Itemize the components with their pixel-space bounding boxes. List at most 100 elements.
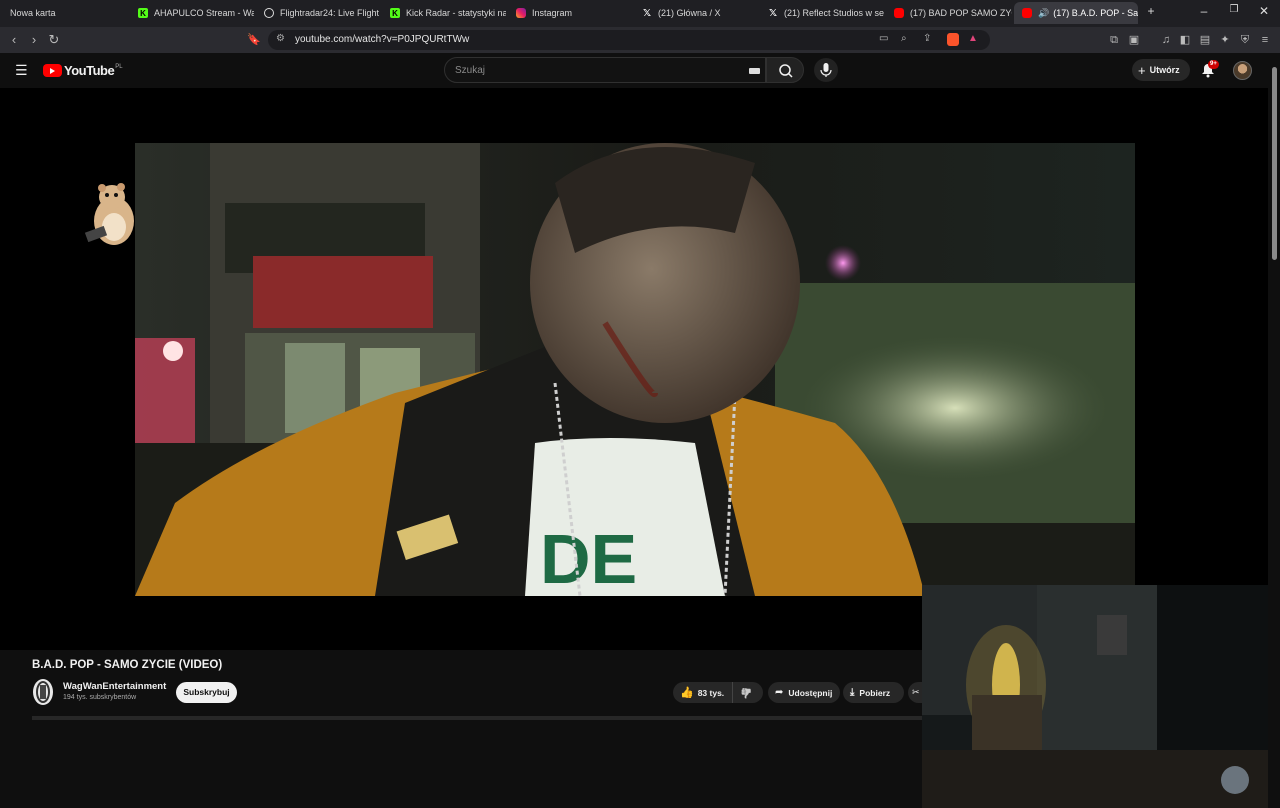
brave-shield-icon[interactable]	[947, 33, 959, 46]
tab-label: (17) BAD POP SAMO ZYCI	[910, 8, 1012, 18]
thumb-down-icon: 👍	[740, 687, 753, 698]
share-label: Udostępnij	[788, 687, 833, 698]
video-frame[interactable]: DE	[135, 143, 1135, 596]
tab-label: (17) B.A.D. POP - Sa	[1053, 8, 1138, 18]
notification-badge: 9+	[1208, 60, 1219, 69]
channel-name[interactable]: WagWanEntertainment	[63, 681, 166, 692]
webcam-overlay	[922, 585, 1268, 808]
music-icon[interactable]: ♫	[1158, 32, 1174, 48]
youtube-logo[interactable]: YouTube PL	[43, 63, 123, 78]
webcam-scene	[922, 585, 1268, 808]
video-player[interactable]: DE	[0, 88, 1268, 808]
clip-button[interactable]: ✂	[908, 682, 922, 703]
youtube-masthead: ☰ YouTube PL Szukaj + Utwórz 9+	[0, 53, 1280, 88]
kick-icon: K	[390, 8, 400, 18]
download-label: Pobierz	[859, 687, 891, 698]
restore-button[interactable]: ❐	[1224, 4, 1244, 15]
download-button[interactable]: ⤓ Pobierz	[843, 682, 904, 703]
tab-label: (21) Główna / X	[658, 8, 721, 18]
tab-x-reflect[interactable]: 𝕏 (21) Reflect Studios w serw	[760, 2, 884, 24]
create-label: Utwórz	[1149, 65, 1180, 75]
new-tab-button[interactable]: +	[1141, 4, 1161, 18]
keyboard-icon[interactable]	[749, 68, 760, 74]
svg-text:DE: DE	[540, 520, 637, 596]
region-code: PL	[115, 63, 123, 70]
dislike-button[interactable]: 👍	[733, 687, 752, 698]
tab-x-home[interactable]: 𝕏 (21) Główna / X	[634, 2, 758, 24]
tab-label: Instagram	[532, 8, 573, 18]
tab-new[interactable]: Nowa karta	[2, 2, 128, 24]
instagram-icon	[516, 8, 526, 18]
reload-icon[interactable]: ↻	[46, 32, 62, 48]
share-button[interactable]: ➦ Udostępnij	[768, 682, 840, 703]
site-info-icon[interactable]: ⚙	[276, 33, 285, 44]
notifications-button[interactable]: 9+	[1201, 60, 1219, 81]
tab-label: Kick Radar - statystyki na ż	[406, 8, 506, 18]
cast-icon[interactable]: ▭	[879, 33, 888, 44]
download-icon: ⤓	[850, 687, 855, 698]
below-video-divider	[32, 716, 922, 720]
share-icon[interactable]: ⇪	[923, 33, 931, 44]
like-dislike-group: 👍 83 tys. 👍	[673, 682, 763, 703]
thumb-up-icon: 👍	[680, 687, 694, 699]
channel-logo-icon	[36, 681, 50, 703]
guide-menu-icon[interactable]: ☰	[15, 62, 28, 79]
voice-search-button[interactable]	[814, 58, 838, 82]
tab-flightradar[interactable]: Flightradar24: Live Flight T	[256, 2, 380, 24]
create-button[interactable]: + Utwórz	[1132, 59, 1190, 81]
page-scrollbar-thumb[interactable]	[1272, 67, 1277, 260]
browser-tab-strip: Nowa karta K AHAPULCO Stream - Watch Fli…	[0, 0, 1280, 27]
wallet-icon[interactable]: ▤	[1197, 32, 1213, 48]
sidebar-icon[interactable]: ◧	[1177, 32, 1193, 48]
youtube-logo-text: YouTube	[64, 63, 115, 78]
youtube-icon	[1022, 8, 1032, 18]
leo-ai-icon[interactable]: ✦	[1217, 32, 1233, 48]
browser-toolbar: ‹ › ↻ 🔖 ⚙ youtube.com/watch?v=P0JPQURtTW…	[0, 27, 1280, 53]
like-button[interactable]: 👍 83 tys.	[673, 682, 733, 703]
back-icon[interactable]: ‹	[6, 32, 22, 48]
minimize-button[interactable]: –	[1194, 4, 1214, 18]
tab-youtube-active[interactable]: 🔊 (17) B.A.D. POP - Sa ✕	[1014, 2, 1138, 24]
forward-icon[interactable]: ›	[26, 32, 42, 48]
tab-youtube-1[interactable]: (17) BAD POP SAMO ZYCI	[886, 2, 1012, 24]
like-count: 83 tys.	[697, 687, 725, 698]
brave-rewards-icon[interactable]: ▲	[968, 33, 978, 44]
account-avatar[interactable]	[1233, 61, 1252, 80]
video-title: B.A.D. POP - SAMO ZYCIE (VIDEO)	[32, 659, 223, 671]
youtube-play-icon	[43, 64, 62, 77]
share-arrow-icon: ➦	[775, 687, 784, 698]
bookmark-icon[interactable]: 🔖	[246, 32, 262, 48]
tab-kick-radar[interactable]: K Kick Radar - statystyki na ż	[382, 2, 506, 24]
search-icon	[779, 64, 793, 78]
microphone-icon	[820, 63, 832, 77]
plus-icon: +	[1138, 62, 1146, 78]
subscribe-button[interactable]: Subskrybuj	[176, 682, 237, 703]
extensions-icon[interactable]: ⧉	[1106, 32, 1122, 48]
video-scene: DE	[135, 143, 1135, 596]
video-info: B.A.D. POP - SAMO ZYCIE (VIDEO) WagWanEn…	[0, 650, 922, 720]
address-bar[interactable]: ⚙ youtube.com/watch?v=P0JPQURtTWw ▭ ⌕ ⇪ …	[268, 30, 990, 50]
zoom-icon[interactable]: ⌕	[901, 33, 907, 44]
tab-instagram[interactable]: Instagram	[508, 2, 632, 24]
tab-kick-stream[interactable]: K AHAPULCO Stream - Watch	[130, 2, 254, 24]
tab-label: Flightradar24: Live Flight T	[280, 8, 380, 18]
search-input[interactable]: Szukaj	[444, 57, 766, 83]
x-icon: 𝕏	[768, 7, 778, 19]
screenshot-icon[interactable]: ▣	[1126, 32, 1142, 48]
tab-label: (21) Reflect Studios w serw	[784, 8, 884, 18]
channel-avatar[interactable]	[33, 679, 53, 705]
scissors-icon: ✂	[912, 687, 920, 697]
search-button[interactable]	[766, 57, 804, 83]
url-text: youtube.com/watch?v=P0JPQURtTWw	[295, 34, 470, 45]
flightradar-icon	[264, 8, 274, 18]
vpn-icon[interactable]: ⛨	[1237, 32, 1253, 48]
menu-icon[interactable]: ≡	[1257, 32, 1273, 48]
x-icon: 𝕏	[642, 7, 652, 19]
search-placeholder: Szukaj	[455, 65, 486, 76]
tab-label: AHAPULCO Stream - Watch	[154, 8, 254, 18]
speaker-icon: 🔊	[1038, 7, 1050, 18]
tab-label: Nowa karta	[10, 8, 56, 18]
subscriber-count: 194 tys. subskrybentów	[63, 694, 137, 701]
kick-icon: K	[138, 8, 148, 18]
close-window-button[interactable]: ✕	[1254, 4, 1274, 18]
